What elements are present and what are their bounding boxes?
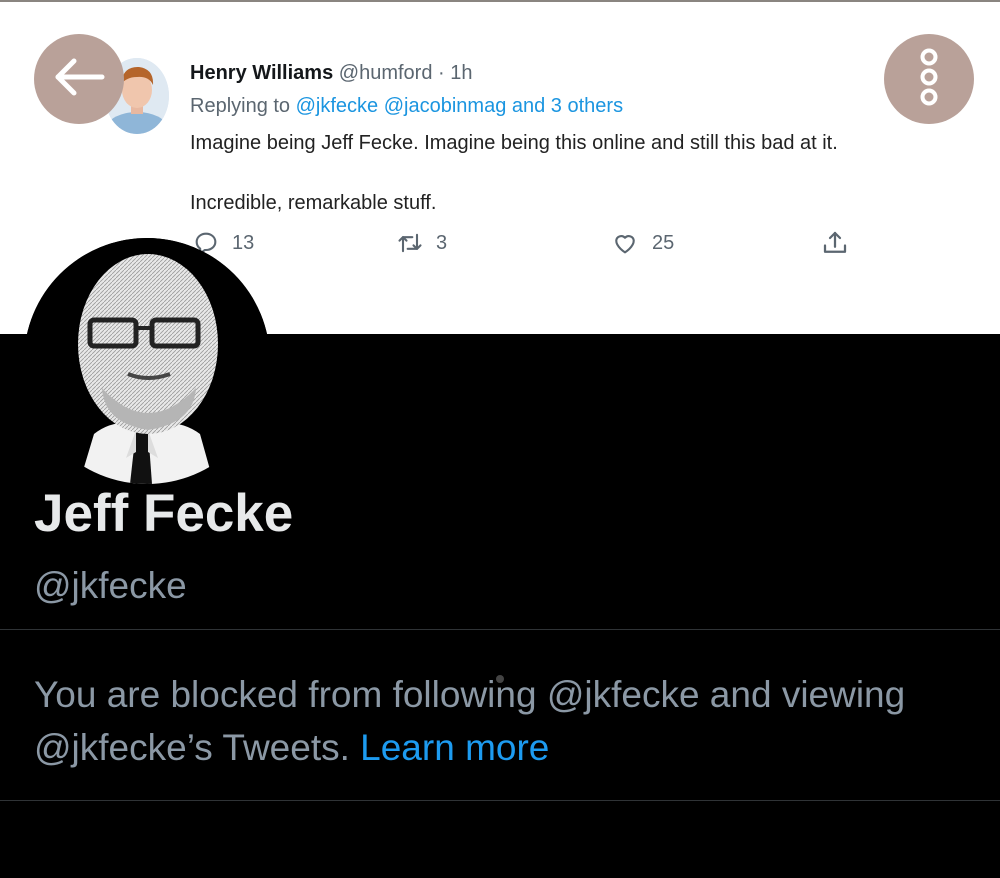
- tweet-text-line: Imagine being Jeff Fecke. Imagine being …: [190, 132, 838, 154]
- profile-name: Jeff Fecke: [34, 484, 294, 543]
- scroll-indicator: [496, 675, 504, 683]
- replying-prefix: Replying to: [190, 95, 291, 117]
- retweet-icon: [396, 229, 424, 257]
- tweet-text-line: Incredible, remarkable stuff.: [190, 192, 437, 214]
- like-count: 25: [652, 231, 675, 254]
- learn-more-link[interactable]: Learn more: [360, 727, 549, 768]
- more-options-button[interactable]: [884, 34, 974, 124]
- retweet-action[interactable]: 3: [396, 228, 447, 258]
- heart-icon: [610, 229, 640, 257]
- share-action[interactable]: [820, 228, 850, 258]
- tweet-separator: ·: [438, 62, 445, 84]
- replying-to: Replying to @jkfecke @jacobinmag and 3 o…: [190, 95, 623, 118]
- reply-count: 13: [232, 231, 255, 254]
- tweet-author-handle[interactable]: @humford: [339, 62, 433, 84]
- like-action[interactable]: 25: [610, 228, 674, 258]
- divider: [0, 800, 1000, 801]
- profile-avatar[interactable]: [24, 238, 270, 484]
- retweet-count: 3: [436, 231, 448, 254]
- replying-mentions[interactable]: @jkfecke @jacobinmag and 3 others: [296, 95, 623, 117]
- tweet-header: Henry Williams @humford · 1h: [190, 62, 472, 85]
- tweet-body: Imagine being Jeff Fecke. Imagine being …: [190, 128, 980, 218]
- arrow-left-icon: [52, 57, 106, 102]
- tweet-time[interactable]: 1h: [450, 62, 472, 84]
- profile-handle: @jkfecke: [34, 565, 187, 606]
- divider: [0, 629, 1000, 630]
- blocked-message: You are blocked from following @jkfecke …: [34, 668, 974, 774]
- back-button[interactable]: [34, 34, 124, 124]
- tweet-author-name[interactable]: Henry Williams: [190, 62, 333, 84]
- share-icon: [820, 228, 850, 258]
- vertical-dots-icon: [917, 46, 941, 113]
